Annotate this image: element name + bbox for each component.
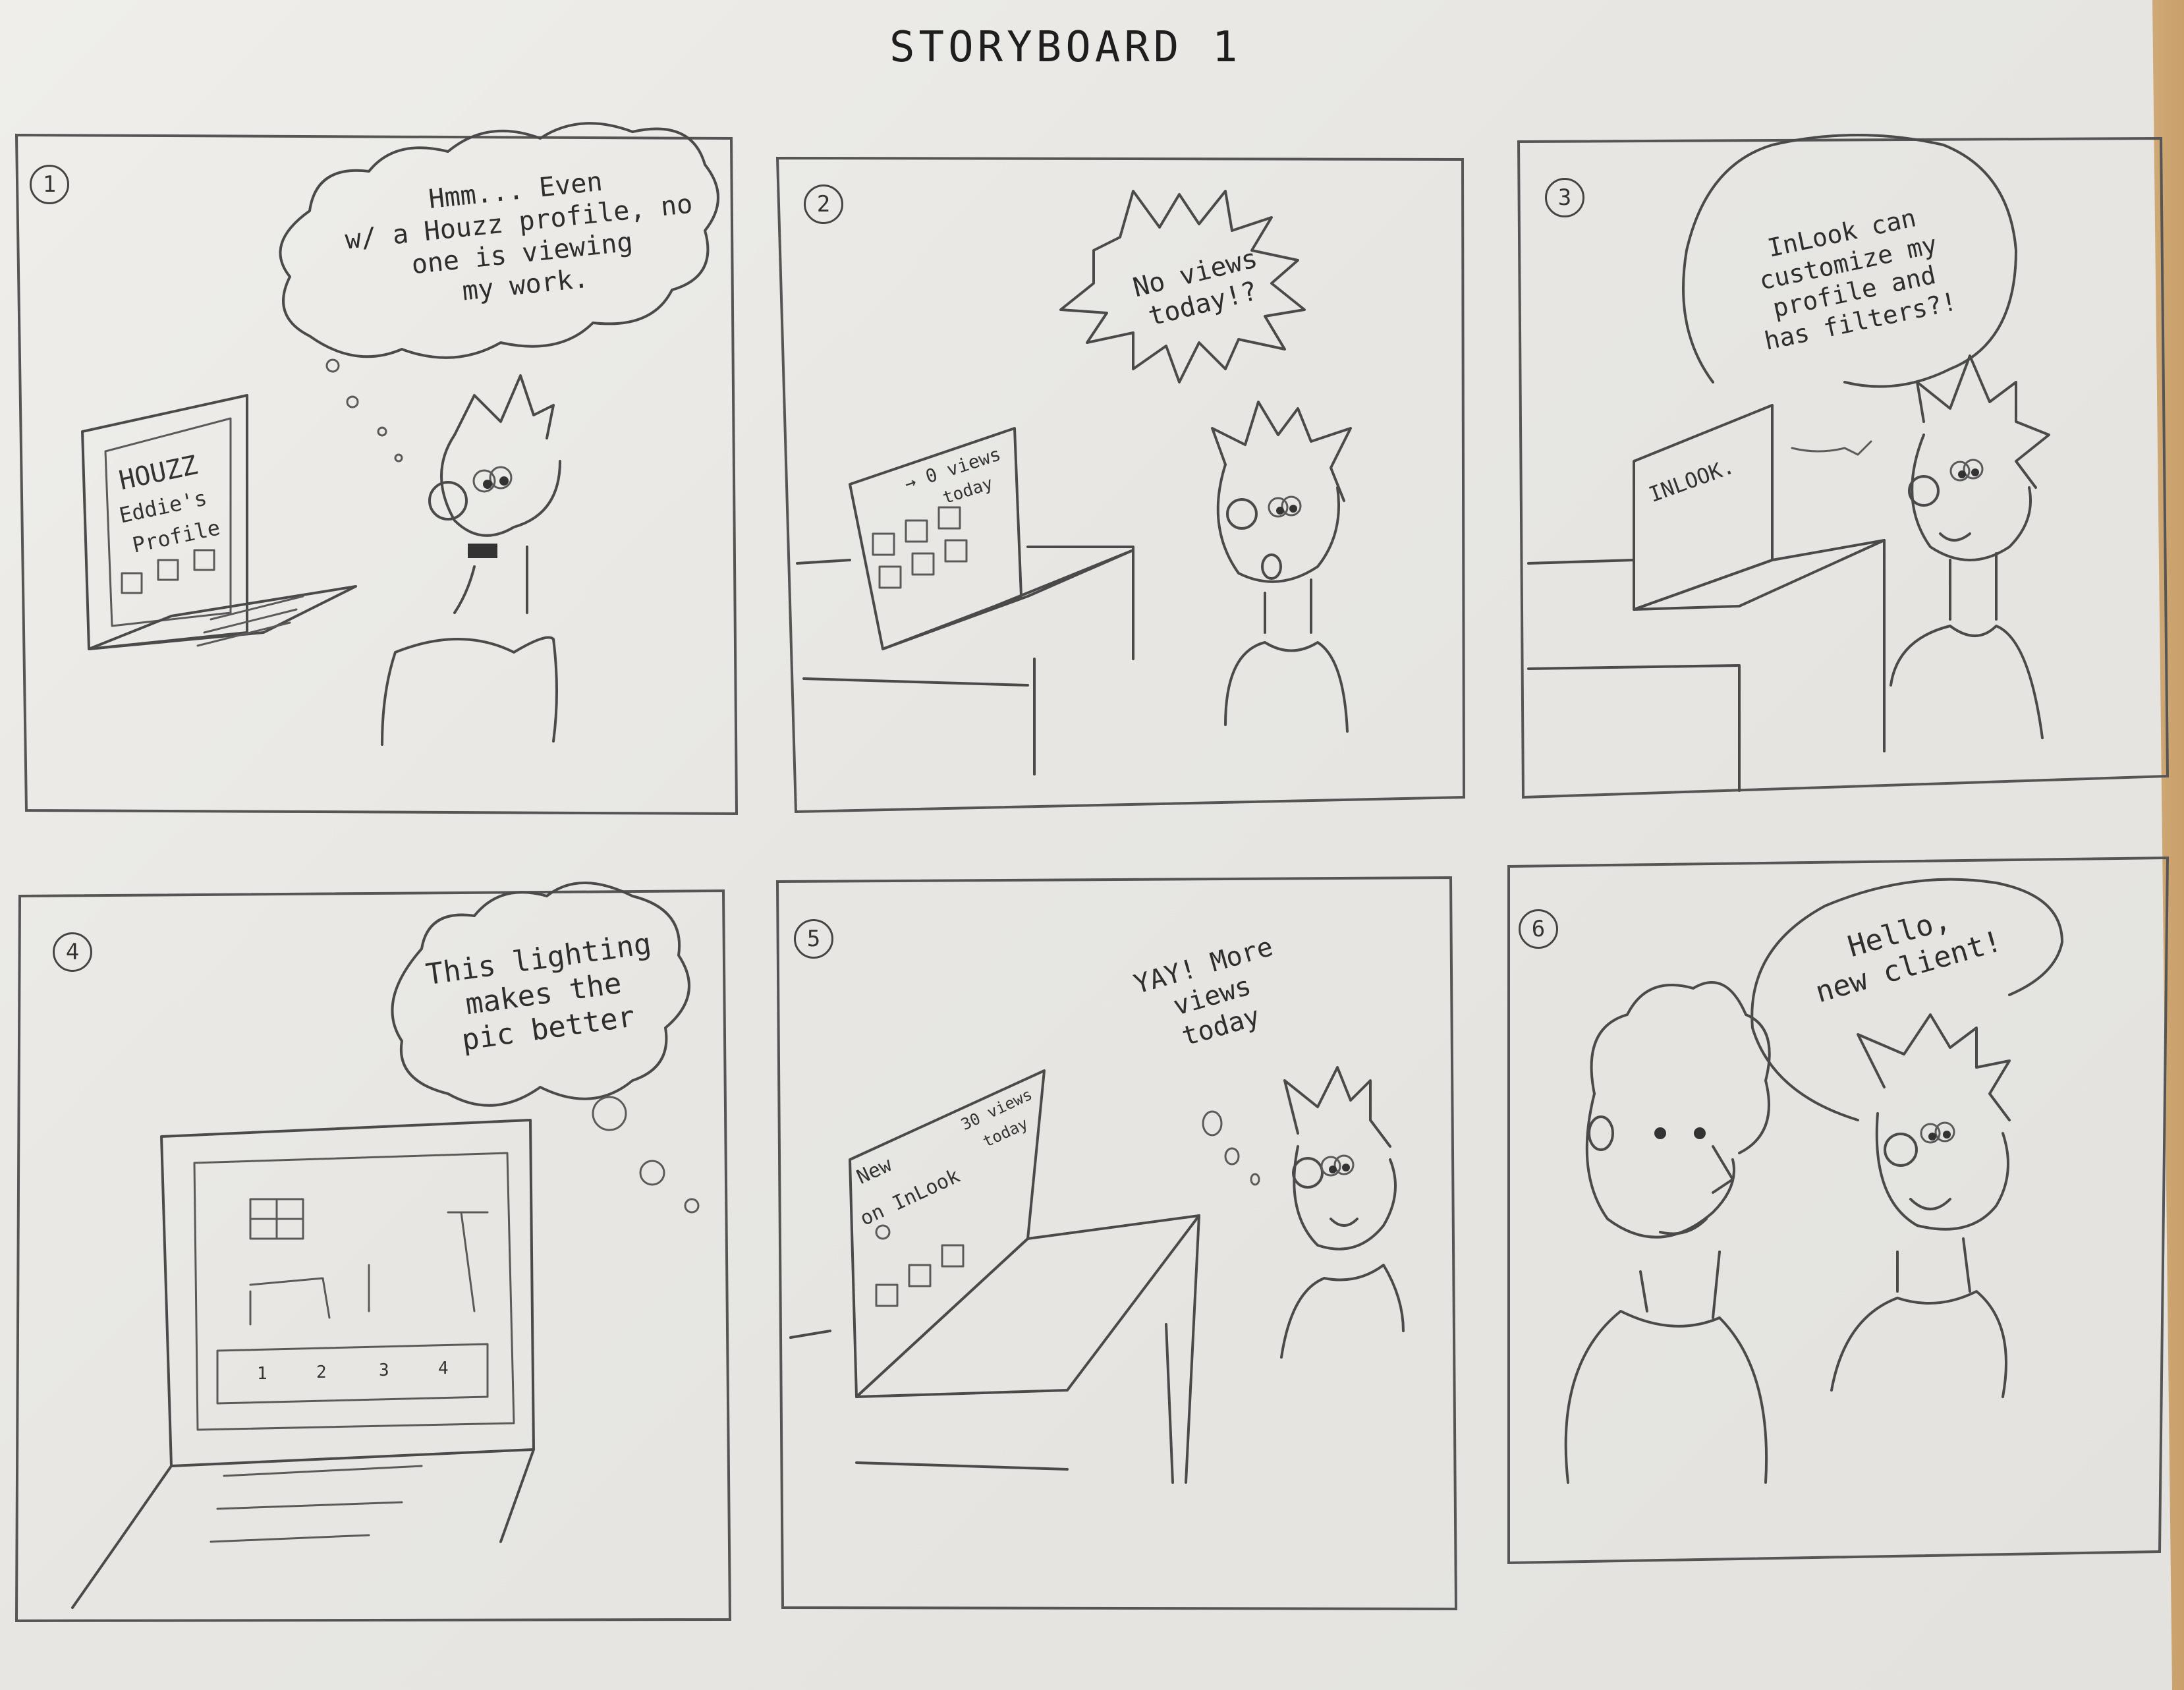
panel-2-spiky-hair-person-icon — [1211, 401, 1352, 733]
panel-6-number: 6 — [1519, 909, 1558, 949]
panel-4-thumb-2: 2 — [316, 1363, 327, 1382]
panel-5-number: 5 — [794, 919, 833, 959]
panel-5-thought-bubble — [1202, 1110, 1260, 1186]
panel-3-number: 3 — [1545, 178, 1584, 217]
panel-3-spiky-hair-person-icon — [1890, 354, 2050, 739]
panel-2-number: 2 — [804, 184, 843, 224]
panel-2-laptop-icon — [796, 427, 1134, 775]
panel-5-spiky-hair-person-icon — [1280, 1066, 1405, 1359]
panel-2-frame — [775, 156, 1466, 814]
panel-1-number: 1 — [30, 165, 69, 204]
panel-4-laptop-icon — [71, 1119, 535, 1609]
panel-1-spiky-hair-person-icon — [381, 374, 561, 746]
panel-4-number: 4 — [53, 932, 92, 972]
panel-4-thumb-4: 4 — [438, 1359, 449, 1378]
panel-4-thumb-3: 3 — [379, 1361, 389, 1380]
panel-6-curly-hair-person-icon — [1564, 981, 1771, 1484]
panel-4-thumb-1: 1 — [257, 1364, 267, 1384]
panel-6-spiky-hair-person-icon — [1830, 1013, 2011, 1398]
